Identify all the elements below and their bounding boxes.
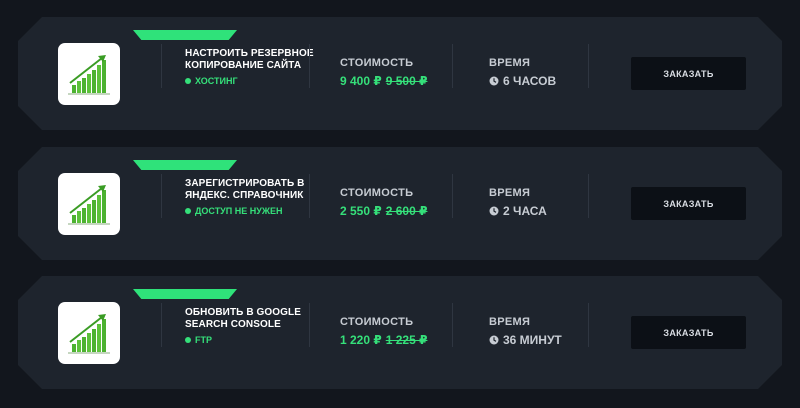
clock-icon [489,335,499,345]
clock-icon [489,206,499,216]
service-card: Настроить резервное копирование сайта Хо… [18,17,782,130]
tag-dot-icon [185,208,191,214]
divider [309,174,310,218]
service-thumbnail [58,173,120,235]
card-accent-tab [133,30,237,40]
cost-label: Стоимость [340,316,414,328]
order-button[interactable]: Заказать [631,57,746,90]
duration-value: 6 часов [503,74,557,88]
order-button[interactable]: Заказать [631,187,746,220]
divider [588,44,589,88]
time-label: Время [489,187,531,199]
divider [161,44,162,88]
clock-icon [489,76,499,86]
service-tag: Хостинг [185,76,315,86]
tag-dot-icon [185,78,191,84]
tag-label: FTP [195,335,212,345]
divider [309,44,310,88]
price-group: 1 220 ₽ 1 225 ₽ [340,333,427,347]
divider [588,174,589,218]
growth-chart-icon [68,55,110,95]
duration: 2 часа [489,204,547,218]
old-price: 1 225 ₽ [385,333,428,347]
growth-chart-icon [68,314,110,354]
tag-label: Доступ не нужен [195,206,283,216]
current-price: 2 550 ₽ [340,204,382,218]
divider [161,174,162,218]
service-thumbnail [58,43,120,105]
order-button[interactable]: Заказать [631,316,746,349]
current-price: 1 220 ₽ [340,333,382,347]
duration-value: 2 часа [503,204,547,218]
service-list: Настроить резервное копирование сайта Хо… [0,0,800,408]
duration: 6 часов [489,74,556,88]
time-label: Время [489,57,531,69]
service-title: Зарегистрировать в Яндекс. Справочник [185,178,305,201]
current-price: 9 400 ₽ [340,74,382,88]
tag-dot-icon [185,337,191,343]
card-accent-tab [133,289,237,299]
price-group: 9 400 ₽ 9 500 ₽ [340,74,427,88]
duration: 36 минут [489,333,562,347]
duration-value: 36 минут [503,333,562,347]
growth-chart-icon [68,185,110,225]
time-label: Время [489,316,531,328]
service-title: Настроить резервное копирование сайта [185,48,314,71]
cost-label: Стоимость [340,187,414,199]
divider [309,303,310,347]
divider [452,303,453,347]
service-title: Обновить в Google Search Console [185,307,302,330]
tag-label: Хостинг [195,76,238,86]
divider [161,303,162,347]
service-card: Зарегистрировать в Яндекс. Справочник До… [18,147,782,260]
divider [452,174,453,218]
service-tag: FTP [185,335,315,345]
divider [452,44,453,88]
divider [588,303,589,347]
service-thumbnail [58,302,120,364]
card-accent-tab [133,160,237,170]
service-tag: Доступ не нужен [185,206,315,216]
service-card: Обновить в Google Search Console FTP Сто… [18,276,782,389]
price-group: 2 550 ₽ 2 600 ₽ [340,204,427,218]
old-price: 9 500 ₽ [385,74,428,88]
old-price: 2 600 ₽ [385,204,428,218]
cost-label: Стоимость [340,57,414,69]
